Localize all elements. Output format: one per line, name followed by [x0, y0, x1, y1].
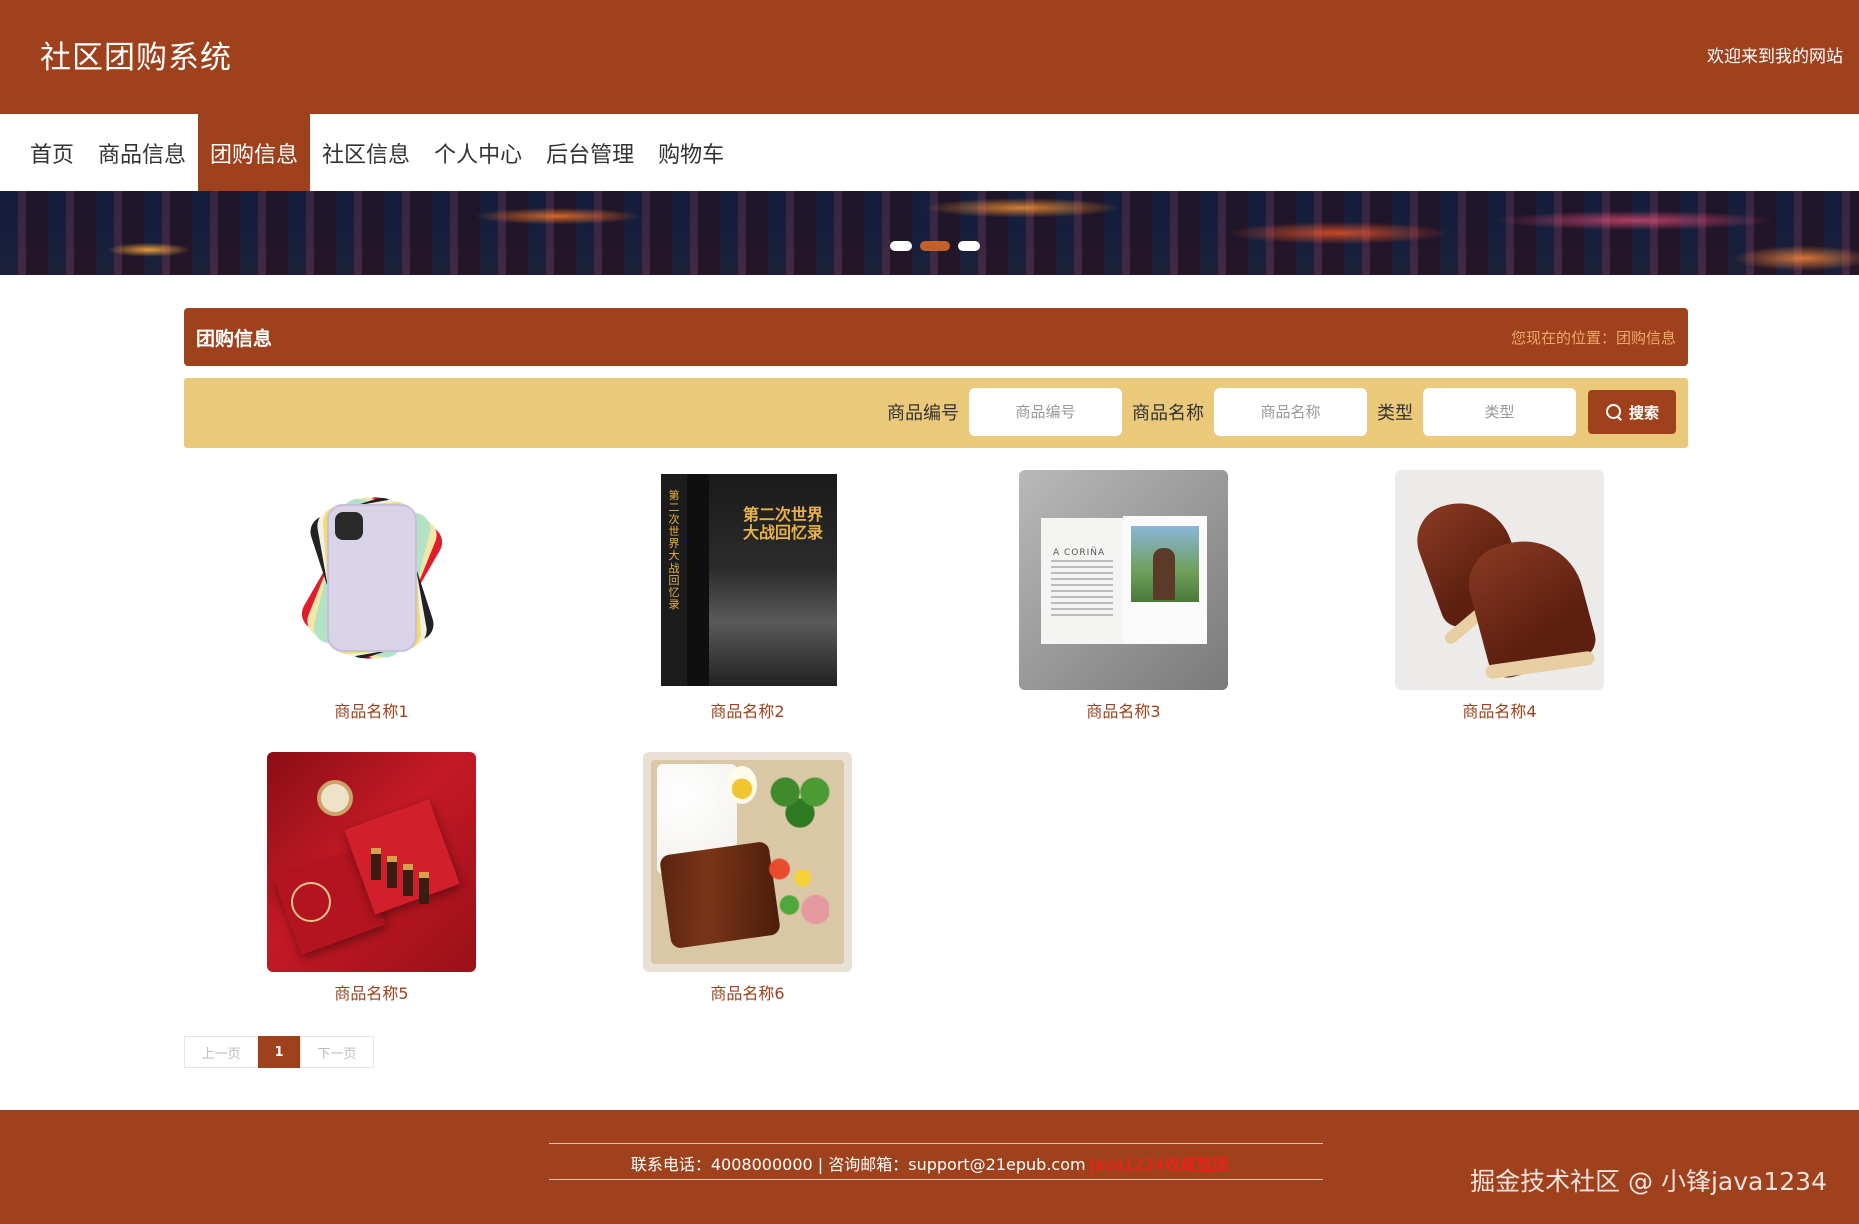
- section-header: 团购信息 您现在的位置：团购信息: [184, 308, 1688, 366]
- carousel-dot-3[interactable]: [958, 241, 980, 251]
- bento-image[interactable]: [643, 752, 852, 972]
- nav-item-group-buy[interactable]: 团购信息: [198, 114, 311, 191]
- gift-box-image[interactable]: [267, 752, 476, 972]
- prev-page-button[interactable]: 上一页: [184, 1036, 258, 1068]
- next-page-button[interactable]: 下一页: [300, 1036, 374, 1068]
- product-card-4[interactable]: 商品名称4: [1395, 470, 1604, 722]
- product-id-input[interactable]: [969, 388, 1122, 436]
- nav-item-home[interactable]: 首页: [18, 114, 86, 191]
- breadcrumb: 您现在的位置：团购信息: [1510, 329, 1676, 347]
- product-card-3[interactable]: A CORIÑA 商品名称3: [1019, 470, 1228, 722]
- product-card-2[interactable]: 第二次世界大战回忆录 第二次世界大战回忆录 商品名称2: [643, 470, 852, 722]
- site-header: 社区团购系统 欢迎来到我的网站: [0, 0, 1859, 114]
- product-id-label: 商品编号: [887, 403, 959, 424]
- product-name[interactable]: 商品名称1: [267, 698, 476, 722]
- phone-image[interactable]: [267, 470, 476, 690]
- welcome-text: 欢迎来到我的网站: [1707, 47, 1843, 67]
- nav-item-profile[interactable]: 个人中心: [422, 114, 534, 191]
- search-button-label: 搜索: [1628, 403, 1659, 422]
- main-nav: 首页 商品信息 团购信息 社区信息 个人中心 后台管理 购物车: [0, 114, 1859, 191]
- nav-item-products[interactable]: 商品信息: [86, 114, 198, 191]
- product-name[interactable]: 商品名称2: [643, 698, 852, 722]
- carousel-indicators: [890, 241, 980, 251]
- nav-item-community[interactable]: 社区信息: [310, 114, 422, 191]
- carousel-dot-1[interactable]: [890, 241, 912, 251]
- shoes-image[interactable]: [1395, 470, 1604, 690]
- page-number-button[interactable]: 1: [258, 1036, 300, 1068]
- product-name-label: 商品名称: [1132, 403, 1204, 424]
- product-name-input[interactable]: [1214, 388, 1367, 436]
- watermark: 掘金技术社区 @ 小锋java1234: [1470, 1167, 1827, 1196]
- banner-carousel[interactable]: [0, 191, 1859, 275]
- type-label: 类型: [1377, 403, 1413, 424]
- search-bar: 商品编号 商品名称 类型 搜索: [184, 378, 1688, 448]
- product-card-6[interactable]: 商品名称6: [643, 752, 852, 1004]
- nav-item-cart[interactable]: 购物车: [646, 114, 736, 191]
- pagination: 上一页 1 下一页: [184, 1036, 374, 1068]
- product-name[interactable]: 商品名称4: [1395, 698, 1604, 722]
- search-icon: [1605, 403, 1623, 421]
- product-card-1[interactable]: 商品名称1: [267, 470, 476, 722]
- nav-item-admin[interactable]: 后台管理: [534, 114, 646, 191]
- site-title: 社区团购系统: [40, 40, 232, 76]
- book-spine-text: 第二次世界大战回忆录: [668, 489, 680, 611]
- search-button[interactable]: 搜索: [1588, 390, 1676, 434]
- search-form: 商品编号 商品名称 类型 搜索: [877, 388, 1676, 436]
- footer-divider-top: [549, 1143, 1323, 1144]
- product-name[interactable]: 商品名称5: [267, 980, 476, 1004]
- footer-divider-bottom: [549, 1179, 1323, 1180]
- book-cover-text: 第二次世界大战回忆录: [743, 505, 824, 543]
- section-title: 团购信息: [196, 328, 273, 350]
- product-name[interactable]: 商品名称3: [1019, 698, 1228, 722]
- carousel-dot-2[interactable]: [920, 241, 950, 251]
- site-footer: 联系电话：4008000000 | 咨询邮箱：support@21epub.co…: [0, 1110, 1859, 1224]
- credit-link[interactable]: Java1234收藏整理: [1090, 1155, 1229, 1174]
- product-name[interactable]: 商品名称6: [643, 980, 852, 1004]
- magazine-image[interactable]: A CORIÑA: [1019, 470, 1228, 690]
- contact-info: 联系电话：4008000000 | 咨询邮箱：support@21epub.co…: [630, 1155, 1086, 1174]
- type-input[interactable]: [1423, 388, 1576, 436]
- book-image[interactable]: 第二次世界大战回忆录 第二次世界大战回忆录: [643, 470, 852, 690]
- product-card-5[interactable]: 商品名称5: [267, 752, 476, 1004]
- magazine-title: A CORIÑA: [1053, 548, 1106, 558]
